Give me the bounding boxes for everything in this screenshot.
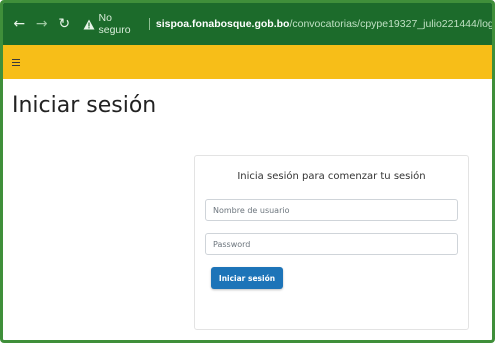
page-title: Iniciar sesión <box>12 93 157 118</box>
password-input[interactable] <box>205 233 458 255</box>
username-input[interactable] <box>205 199 458 221</box>
address-bar[interactable]: sispoa.fonabosque.gob.bo/convocatorias/c… <box>156 18 492 30</box>
reload-icon[interactable]: ↻ <box>56 17 73 31</box>
forward-arrow-icon[interactable]: → <box>34 17 51 31</box>
login-card: Inicia sesión para comenzar tu sesión In… <box>194 155 469 330</box>
back-arrow-icon[interactable]: ← <box>11 17 28 31</box>
security-status-label[interactable]: No seguro <box>99 12 143 36</box>
warning-triangle-icon[interactable] <box>83 18 95 30</box>
browser-toolbar: ← → ↻ No seguro sispoa.fonabosque.gob.bo… <box>3 3 492 45</box>
browser-window: ← → ↻ No seguro sispoa.fonabosque.gob.bo… <box>0 0 495 343</box>
url-path: /convocatorias/cpype19327_julio221444/lo… <box>289 18 492 30</box>
login-card-heading: Inicia sesión para comenzar tu sesión <box>237 171 426 182</box>
app-header-bar <box>3 45 492 79</box>
login-submit-button[interactable]: Iniciar sesión <box>211 267 283 289</box>
hamburger-menu-icon[interactable] <box>12 58 20 66</box>
url-host: sispoa.fonabosque.gob.bo <box>155 18 290 30</box>
address-separator <box>148 18 150 30</box>
